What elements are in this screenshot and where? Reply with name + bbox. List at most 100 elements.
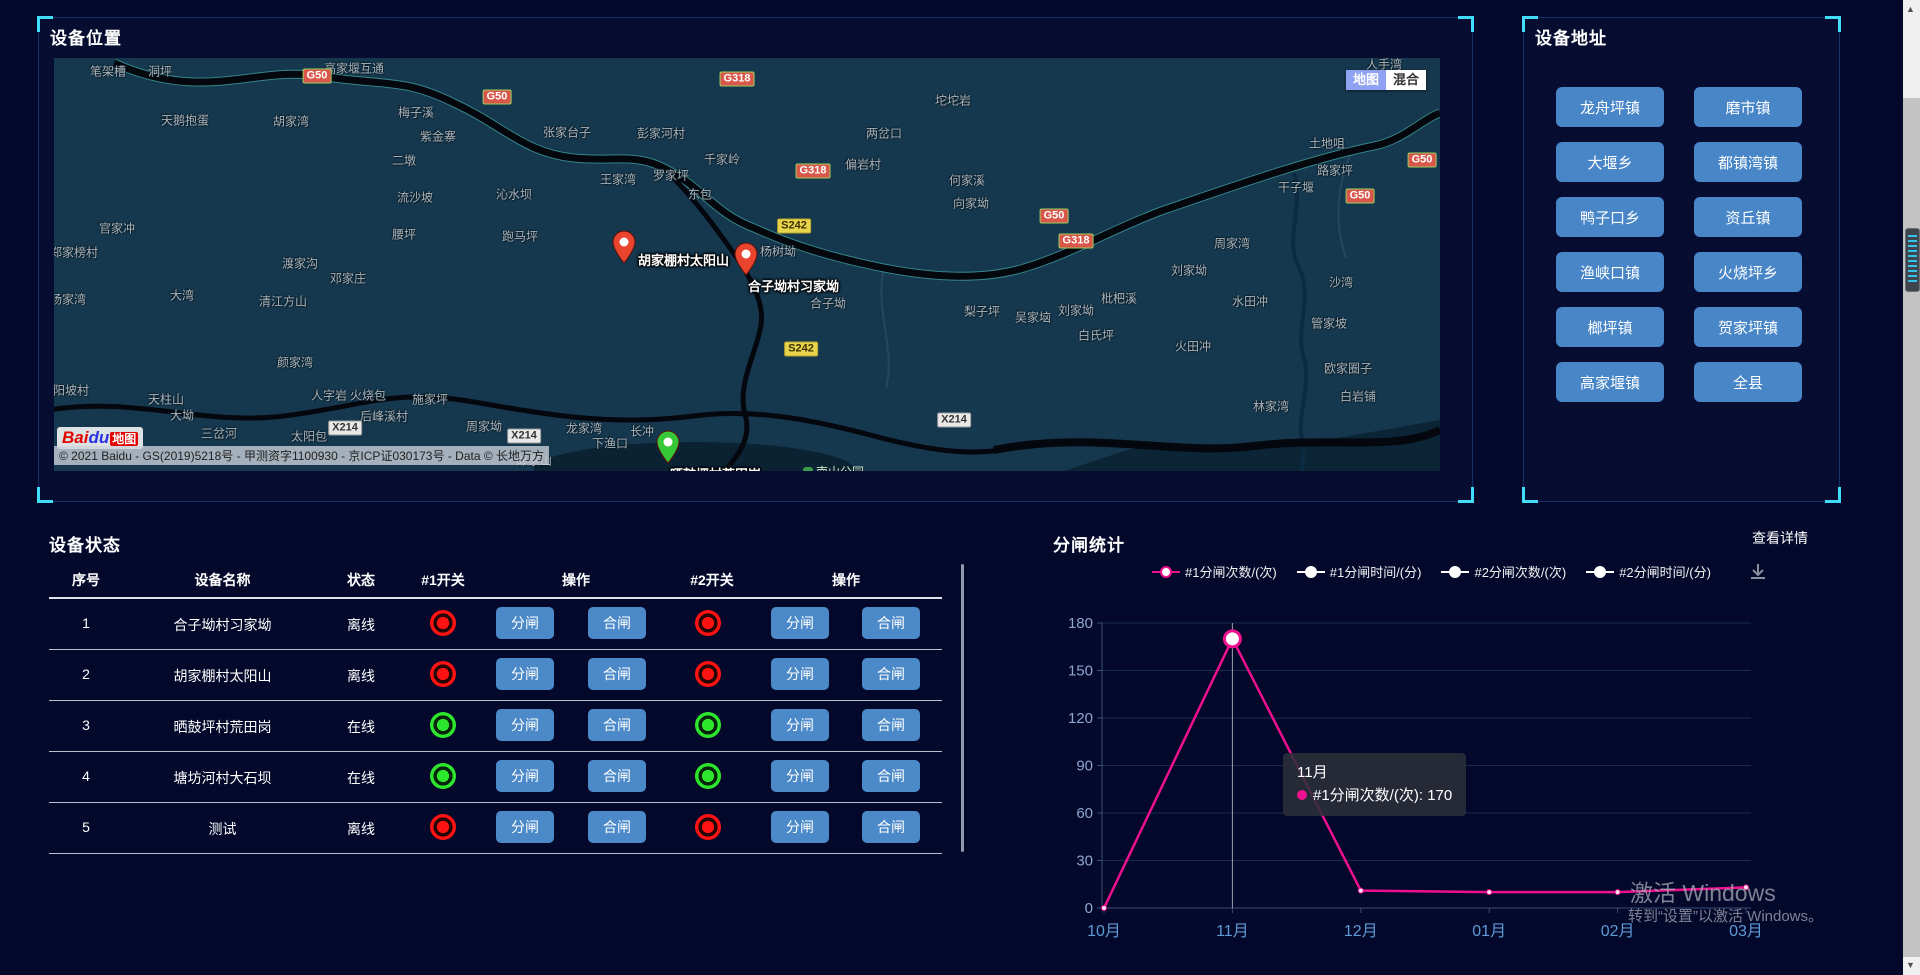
- table-scrollbar[interactable]: [961, 564, 964, 852]
- open-switch2-button[interactable]: 分闸: [771, 709, 829, 741]
- y-axis-label: 60: [1076, 805, 1093, 822]
- device-address-panel: 设备地址 龙舟坪镇磨市镇大堰乡都镇湾镇鸭子口乡资丘镇渔峡口镇火烧坪乡榔坪镇贺家坪…: [1523, 17, 1840, 502]
- cell-device-name: 测试: [130, 819, 315, 839]
- map-label: 颜家湾: [277, 354, 313, 371]
- close-switch2-button[interactable]: 合闸: [862, 607, 920, 639]
- open-switch2-button[interactable]: 分闸: [771, 658, 829, 690]
- data-point[interactable]: [1102, 906, 1107, 911]
- address-button-渔峡口镇[interactable]: 渔峡口镇: [1556, 252, 1664, 292]
- map-label: 人字岩: [311, 387, 347, 404]
- data-point[interactable]: [1487, 890, 1492, 895]
- address-button-火烧坪乡[interactable]: 火烧坪乡: [1694, 252, 1802, 292]
- open-switch2-button[interactable]: 分闸: [771, 607, 829, 639]
- open-switch1-button[interactable]: 分闸: [496, 658, 554, 690]
- legend-label: #1分闸时间/(分): [1330, 562, 1422, 581]
- legend-item-#1分闸时间/(分)[interactable]: #1分闸时间/(分): [1297, 562, 1422, 581]
- close-switch1-button[interactable]: 合闸: [588, 658, 646, 690]
- close-switch1-button[interactable]: 合闸: [588, 607, 646, 639]
- address-button-都镇湾镇[interactable]: 都镇湾镇: [1694, 142, 1802, 182]
- map-label: 沁水坝: [496, 186, 532, 203]
- map-label: 东包: [688, 186, 712, 203]
- map-label: 腰坪: [392, 226, 416, 243]
- road-badge-G318: G318: [720, 72, 755, 87]
- road-badge-G50: G50: [1346, 189, 1375, 204]
- road-badge-G50: G50: [1408, 153, 1437, 168]
- map-label: 长冲: [630, 423, 654, 440]
- map-label: 枇杷溪: [1101, 290, 1137, 307]
- address-button-贺家坪镇[interactable]: 贺家坪镇: [1694, 307, 1802, 347]
- open-switch1-button[interactable]: 分闸: [496, 709, 554, 741]
- cell-status: 离线: [330, 819, 392, 839]
- map-label: 天柱山: [148, 391, 184, 408]
- map-label: 白岩铺: [1340, 388, 1376, 405]
- map-label: 邓家庄: [330, 270, 366, 287]
- open-switch2-button[interactable]: 分闸: [771, 760, 829, 792]
- close-switch2-button[interactable]: 合闸: [862, 709, 920, 741]
- table-row: 5测试离线分闸合闸分闸合闸: [49, 802, 942, 854]
- corner-decoration: [1825, 487, 1841, 503]
- map-label: 阴阳坡村: [54, 382, 89, 399]
- map-label: 张家台子: [543, 124, 591, 141]
- close-switch2-button[interactable]: 合闸: [862, 760, 920, 792]
- y-axis-label: 0: [1085, 900, 1093, 917]
- scrollbar-up-button[interactable]: ▲: [1903, 0, 1920, 98]
- device-marker-胡家棚村太阳山[interactable]: [612, 230, 636, 269]
- map-label: 下渔口: [592, 435, 628, 452]
- legend-label: #2分闸时间/(分): [1619, 562, 1711, 581]
- marker-label: 晒鼓坪村荒田岗: [670, 464, 761, 471]
- road-badge-G318: G318: [1059, 234, 1094, 249]
- baidu-map[interactable]: 笔架槽洞坪天鹅抱蛋胡家湾高家堰互通梅子溪紫金寨二墩流沙坡沁水坝跑马坪腰坪渡家沟邓…: [54, 58, 1440, 471]
- switch1-indicator: [430, 763, 456, 789]
- switch2-indicator: [695, 661, 721, 687]
- chart-tooltip: 11月 #1分闸次数/(次): 170: [1283, 753, 1466, 816]
- windows-activation-hint: 转到“设置”以激活 Windows。: [1628, 905, 1823, 926]
- close-switch2-button[interactable]: 合闸: [862, 658, 920, 690]
- arrow-down-icon: ▼: [1906, 960, 1915, 970]
- dashboard: 设备位置 笔架槽洞坪天鹅抱蛋胡家湾高家堰互通梅子溪紫金寨二墩流沙坡沁水坝跑马坪腰…: [0, 0, 1920, 975]
- data-point[interactable]: [1615, 890, 1620, 895]
- y-axis-label: 180: [1068, 615, 1093, 632]
- legend-item-#2分闸时间/(分)[interactable]: #2分闸时间/(分): [1586, 562, 1711, 581]
- map-label: 火烧包: [350, 387, 386, 404]
- map-label: 两岔口: [866, 125, 902, 142]
- open-switch2-button[interactable]: 分闸: [771, 811, 829, 843]
- address-button-资丘镇[interactable]: 资丘镇: [1694, 197, 1802, 237]
- open-switch1-button[interactable]: 分闸: [496, 760, 554, 792]
- address-button-鸭子口乡[interactable]: 鸭子口乡: [1556, 197, 1664, 237]
- highlighted-data-point[interactable]: [1224, 631, 1240, 647]
- address-button-大堰乡[interactable]: 大堰乡: [1556, 142, 1664, 182]
- map-label: 跑马坪: [502, 228, 538, 245]
- switch1-indicator: [430, 610, 456, 636]
- scrollbar-thumb[interactable]: [1905, 228, 1920, 292]
- switch2-indicator: [695, 763, 721, 789]
- legend-label: #2分闸次数/(次): [1474, 562, 1566, 581]
- close-switch1-button[interactable]: 合闸: [588, 811, 646, 843]
- switch2-indicator: [695, 712, 721, 738]
- map-label: 周家湾: [1214, 235, 1250, 252]
- cell-index: 3: [49, 717, 123, 733]
- address-button-榔坪镇[interactable]: 榔坪镇: [1556, 307, 1664, 347]
- address-button-磨市镇[interactable]: 磨市镇: [1694, 87, 1802, 127]
- address-button-龙舟坪镇[interactable]: 龙舟坪镇: [1556, 87, 1664, 127]
- map-label: 紫金寨: [420, 128, 456, 145]
- legend-item-#2分闸次数/(次)[interactable]: #2分闸次数/(次): [1441, 562, 1566, 581]
- legend-item-#1分闸次数/(次)[interactable]: #1分闸次数/(次): [1152, 562, 1277, 581]
- map-label: 向家坳: [953, 195, 989, 212]
- scrollbar-down-button[interactable]: ▼: [1903, 957, 1920, 975]
- map-label: 梨子坪: [964, 303, 1000, 320]
- close-switch1-button[interactable]: 合闸: [588, 709, 646, 741]
- map-type-hybrid-button[interactable]: 混合: [1386, 70, 1426, 90]
- address-button-高家堰镇[interactable]: 高家堰镇: [1556, 362, 1664, 402]
- cell-device-name: 塘坊河村大石坝: [130, 768, 315, 788]
- page-scrollbar[interactable]: ▲ ▼: [1903, 0, 1920, 975]
- map-label: 笔架槽: [90, 63, 126, 80]
- address-button-全县[interactable]: 全县: [1694, 362, 1802, 402]
- map-type-map-button[interactable]: 地图: [1346, 70, 1386, 90]
- close-switch2-button[interactable]: 合闸: [862, 811, 920, 843]
- arrow-up-icon: ▲: [1906, 4, 1915, 14]
- close-switch1-button[interactable]: 合闸: [588, 760, 646, 792]
- map-label: 刘家坳: [1058, 302, 1094, 319]
- open-switch1-button[interactable]: 分闸: [496, 811, 554, 843]
- open-switch1-button[interactable]: 分闸: [496, 607, 554, 639]
- data-point[interactable]: [1358, 888, 1363, 893]
